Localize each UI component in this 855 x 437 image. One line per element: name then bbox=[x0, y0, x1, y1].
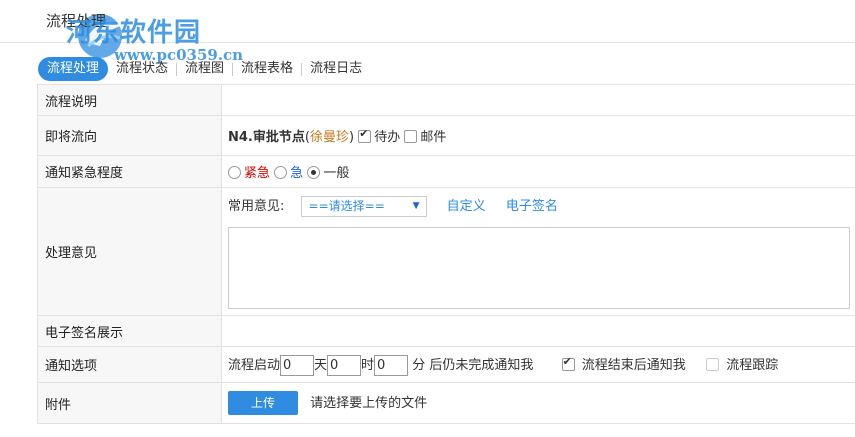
form-row-next: 即将流向 N4.审批节点(徐曼珍) 待办 邮件 bbox=[37, 115, 855, 156]
common-opinion-select[interactable]: ==请选择== ▼ bbox=[300, 195, 427, 217]
urgency-value: 紧急 急 一般 bbox=[221, 155, 855, 188]
esign-display-label: 电子签名展示 bbox=[37, 315, 222, 347]
form-row-opinion: 处理意见 常用意见: ==请选择== ▼ 自定义 电子签名 bbox=[37, 187, 855, 316]
notify-label: 通知选项 bbox=[37, 346, 222, 383]
next-assignee[interactable]: 徐曼珍 bbox=[310, 130, 349, 145]
todo-checkbox[interactable] bbox=[358, 127, 372, 143]
mail-label: 邮件 bbox=[420, 130, 447, 145]
track-checkbox[interactable] bbox=[706, 357, 720, 371]
form-row-description: 流程说明 bbox=[37, 84, 855, 116]
tab-bar: 流程处理 流程状态 流程图 流程表格 流程日志 bbox=[38, 56, 370, 82]
end-notify-label: 流程结束后通知我 bbox=[581, 357, 686, 373]
days-unit: 天 bbox=[314, 357, 328, 373]
hours-unit: 时 bbox=[361, 357, 375, 373]
process-form: 流程说明 即将流向 N4.审批节点(徐曼珍) 待办 邮件 通知紧急程度 紧急 急… bbox=[37, 84, 855, 424]
urgent-label: 紧急 bbox=[244, 166, 271, 181]
form-row-attachment: 附件 上传 请选择要上传的文件 bbox=[37, 382, 855, 424]
days-input[interactable]: 0 bbox=[280, 354, 315, 376]
next-node: N4.审批节点 bbox=[228, 130, 305, 145]
esign-link[interactable]: 电子签名 bbox=[506, 199, 558, 214]
hours-input[interactable]: 0 bbox=[327, 354, 362, 376]
todo-label: 待办 bbox=[374, 130, 401, 145]
upload-hint: 请选择要上传的文件 bbox=[310, 395, 428, 411]
form-row-notify: 通知选项 流程启动0天0时0 分 后仍未完成通知我 流程结束后通知我 流程跟踪 bbox=[37, 346, 855, 383]
semi-urgent-label: 急 bbox=[290, 166, 304, 181]
tab-flowchart[interactable]: 流程图 bbox=[177, 57, 232, 81]
normal-radio[interactable] bbox=[307, 166, 321, 179]
tab-form[interactable]: 流程表格 bbox=[233, 57, 301, 81]
opinion-label: 处理意见 bbox=[37, 187, 222, 316]
next-value: N4.审批节点(徐曼珍) 待办 邮件 bbox=[221, 115, 855, 156]
tab-log[interactable]: 流程日志 bbox=[302, 57, 370, 81]
watermark-brand: 河东软件园 bbox=[66, 18, 202, 48]
next-label: 即将流向 bbox=[37, 115, 222, 156]
attachment-label: 附件 bbox=[37, 382, 222, 424]
semi-urgent-radio[interactable] bbox=[274, 166, 288, 179]
common-opinion-select-value: ==请选择== bbox=[308, 198, 385, 213]
notify-start-prefix: 流程启动 bbox=[228, 357, 281, 373]
minutes-input[interactable]: 0 bbox=[374, 354, 409, 376]
tab-process[interactable]: 流程处理 bbox=[38, 57, 109, 81]
description-label: 流程说明 bbox=[37, 84, 222, 116]
upload-button[interactable]: 上传 bbox=[228, 391, 298, 415]
chevron-down-icon: ▼ bbox=[412, 200, 420, 211]
custom-opinion-link[interactable]: 自定义 bbox=[447, 199, 486, 214]
minutes-unit: 分 bbox=[412, 357, 426, 373]
opinion-textarea[interactable] bbox=[228, 226, 850, 309]
normal-label: 一般 bbox=[323, 166, 350, 181]
form-row-urgency: 通知紧急程度 紧急 急 一般 bbox=[37, 155, 855, 188]
mail-checkbox[interactable] bbox=[404, 130, 418, 143]
description-value bbox=[221, 84, 855, 116]
notify-value: 流程启动0天0时0 分 后仍未完成通知我 流程结束后通知我 流程跟踪 bbox=[221, 346, 855, 383]
notify-suffix: 后仍未完成通知我 bbox=[429, 357, 534, 373]
tab-status[interactable]: 流程状态 bbox=[108, 57, 176, 81]
form-row-esign-display: 电子签名展示 bbox=[37, 315, 855, 347]
paren-close: ) bbox=[348, 130, 355, 145]
urgency-label: 通知紧急程度 bbox=[37, 155, 222, 188]
esign-display-value bbox=[221, 315, 855, 347]
urgent-radio[interactable] bbox=[228, 166, 241, 179]
common-opinion-label: 常用意见: bbox=[228, 198, 285, 214]
end-notify-checkbox[interactable] bbox=[561, 355, 575, 371]
opinion-value: 常用意见: ==请选择== ▼ 自定义 电子签名 bbox=[221, 187, 855, 316]
track-label: 流程跟踪 bbox=[726, 357, 779, 373]
attachment-value: 上传 请选择要上传的文件 bbox=[221, 382, 855, 424]
